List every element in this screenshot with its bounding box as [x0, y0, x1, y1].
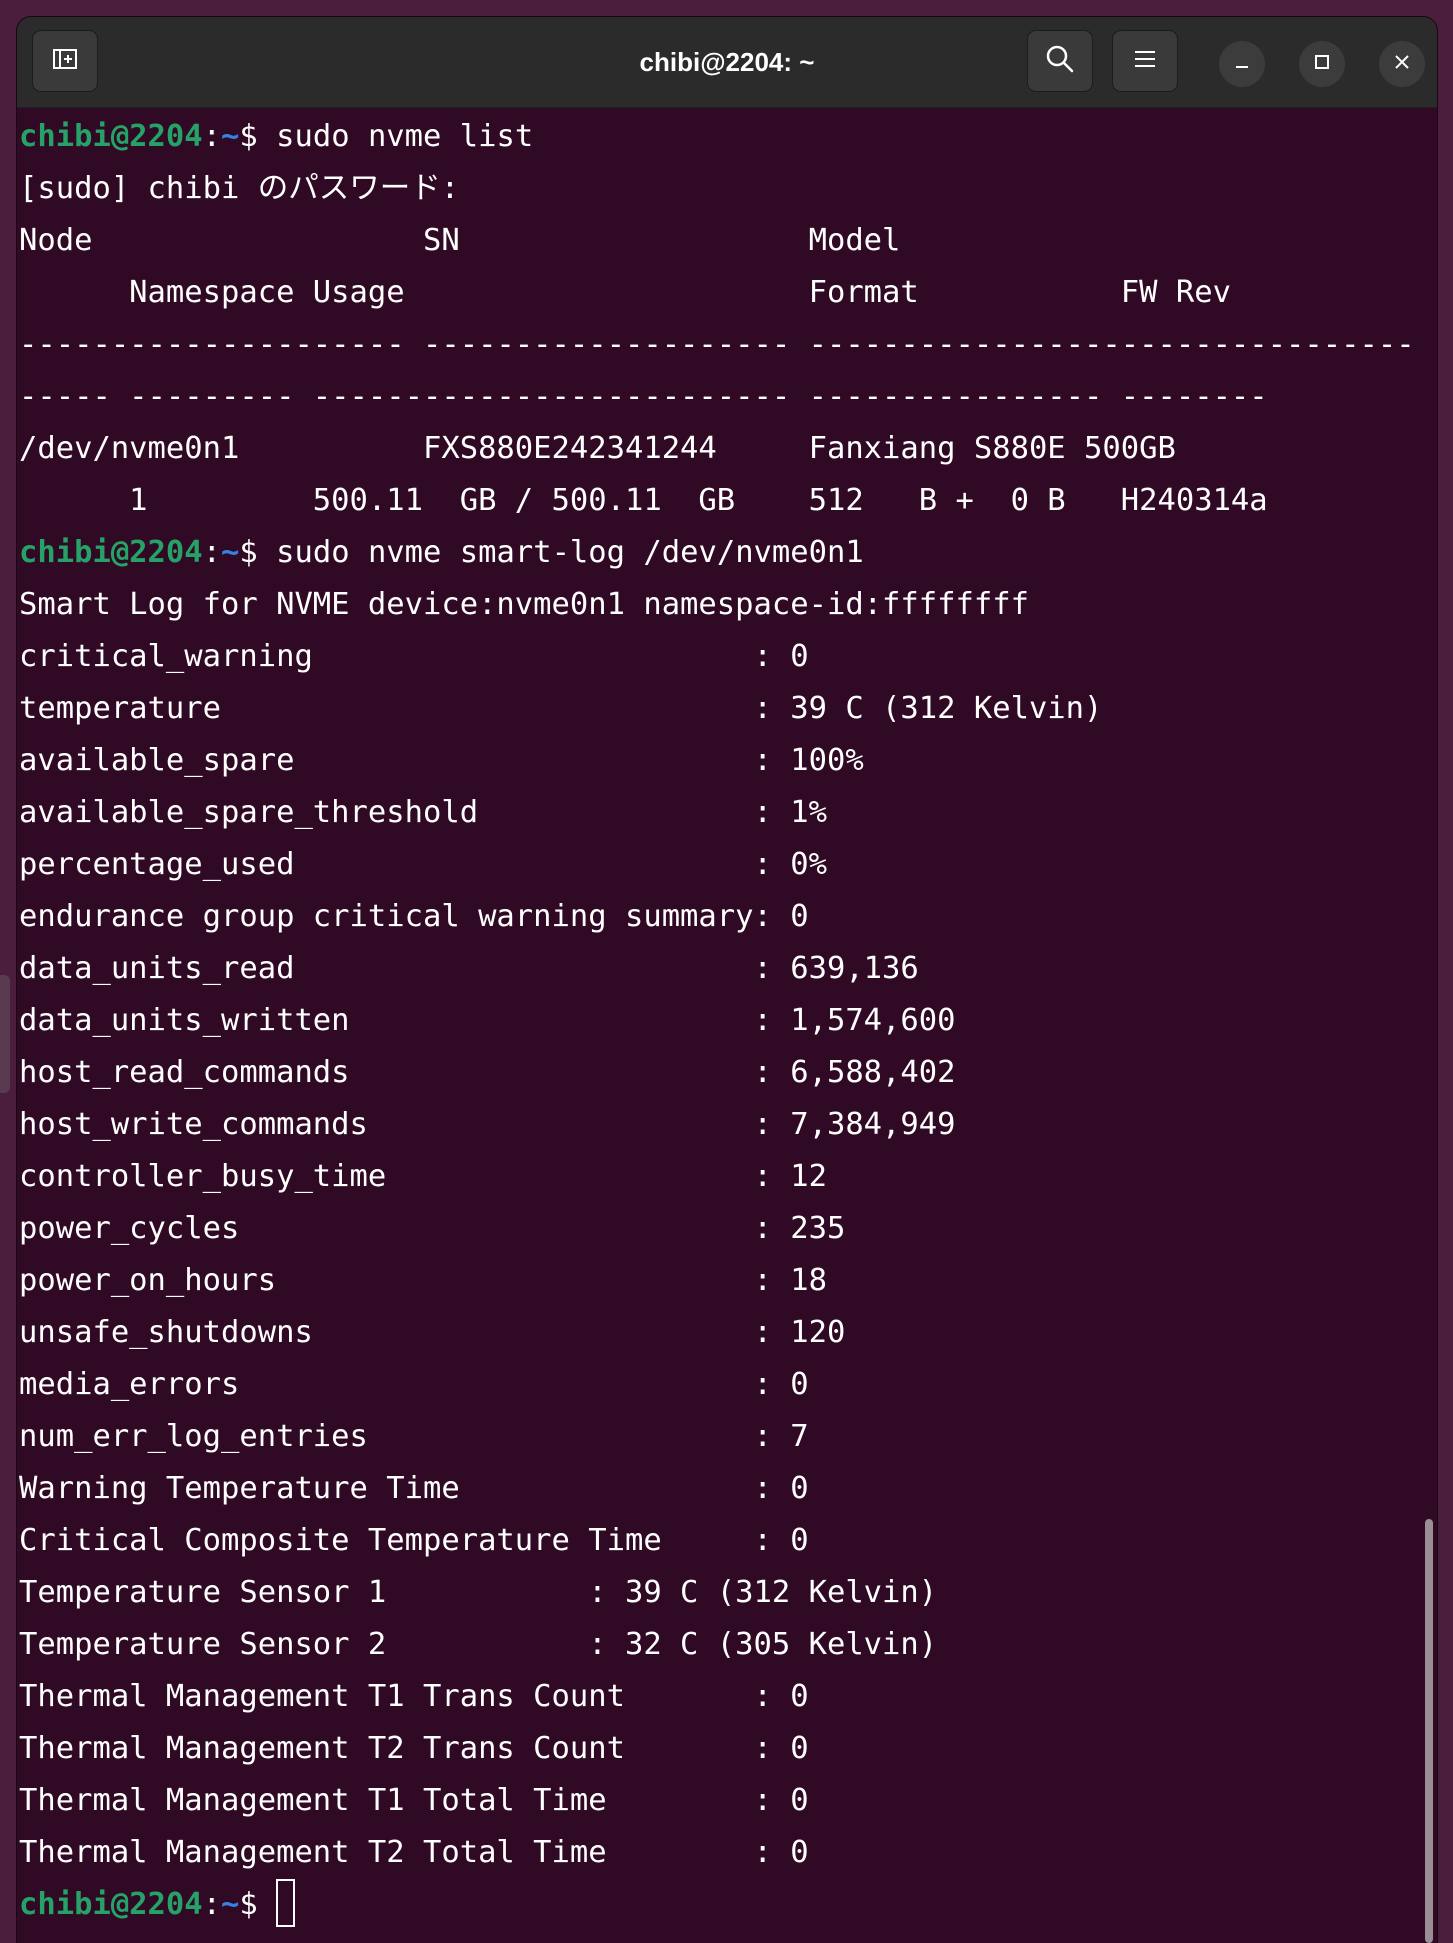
output-line: Warning Temperature Time : 0: [19, 1463, 1419, 1515]
terminal-window: chibi@2204: ~ chibi@2204:~$ sudo nvme li…: [17, 17, 1437, 1943]
output-line: Temperature Sensor 1 : 39 C (312 Kelvin): [19, 1567, 1419, 1619]
output-text: data_units_read : 639,136: [19, 951, 919, 986]
output-text: Warning Temperature Time : 0: [19, 1471, 809, 1506]
output-text: Namespace Usage Format FW Rev: [19, 275, 1231, 310]
output-line: Temperature Sensor 2 : 32 C (305 Kelvin): [19, 1619, 1419, 1671]
prompt-separator: :: [202, 1887, 222, 1922]
output-line: data_units_read : 639,136: [19, 943, 1419, 995]
output-line: temperature : 39 C (312 Kelvin): [19, 683, 1419, 735]
output-text: Smart Log for NVME device:nvme0n1 namesp…: [19, 587, 1029, 622]
command-text: sudo nvme smart-log /dev/nvme0n1: [276, 535, 864, 570]
output-line: percentage_used : 0%: [19, 839, 1419, 891]
output-text: temperature : 39 C (312 Kelvin): [19, 691, 1103, 726]
output-text: Thermal Management T1 Total Time : 0: [19, 1783, 809, 1818]
output-text: Critical Composite Temperature Time : 0: [19, 1523, 809, 1558]
output-text: endurance group critical warning summary…: [19, 899, 809, 934]
prompt-separator: :: [202, 119, 222, 154]
output-text: host_write_commands : 7,384,949: [19, 1107, 956, 1142]
output-text: Temperature Sensor 1 : 39 C (312 Kelvin): [19, 1575, 938, 1610]
prompt-separator: :: [202, 535, 222, 570]
command-text: sudo nvme list: [276, 119, 534, 154]
output-text: available_spare_threshold : 1%: [19, 795, 827, 830]
output-text: unsafe_shutdowns : 120: [19, 1315, 846, 1350]
prompt-user: chibi@2204: [19, 119, 203, 154]
output-line: endurance group critical warning summary…: [19, 891, 1419, 943]
minimize-icon: [1232, 52, 1252, 77]
search-icon: [1044, 43, 1076, 80]
terminal-output[interactable]: chibi@2204:~$ sudo nvme list [sudo] chibi…: [19, 111, 1419, 1943]
output-text: power_on_hours : 18: [19, 1263, 827, 1298]
prompt-line: chibi@2204:~$: [19, 1879, 1419, 1931]
prompt-symbol: $: [239, 1887, 277, 1922]
close-button[interactable]: [1379, 41, 1425, 87]
output-line: num_err_log_entries : 7: [19, 1411, 1419, 1463]
output-line: [sudo] chibi のパスワード:: [19, 163, 1419, 215]
output-line: Critical Composite Temperature Time : 0: [19, 1515, 1419, 1567]
output-line: --------------------- ------------------…: [19, 319, 1419, 371]
title-bar: chibi@2204: ~: [17, 17, 1437, 108]
output-text: percentage_used : 0%: [19, 847, 827, 882]
output-line: 1 500.11 GB / 500.11 GB 512 B + 0 B H240…: [19, 475, 1419, 527]
output-text: data_units_written : 1,574,600: [19, 1003, 956, 1038]
maximize-button[interactable]: [1299, 41, 1345, 87]
hamburger-menu-icon: [1132, 46, 1158, 77]
scrollbar[interactable]: [1423, 111, 1433, 1943]
prompt-line: chibi@2204:~$ sudo nvme smart-log /dev/n…: [19, 527, 1419, 579]
scrollbar-thumb[interactable]: [1425, 1519, 1433, 1943]
output-text: critical_warning : 0: [19, 639, 809, 674]
output-line: Node SN Model: [19, 215, 1419, 267]
side-handle: [0, 975, 10, 1093]
output-line: Thermal Management T1 Trans Count : 0: [19, 1671, 1419, 1723]
prompt-path: ~: [221, 1887, 240, 1922]
output-line: available_spare_threshold : 1%: [19, 787, 1419, 839]
output-text: power_cycles : 235: [19, 1211, 846, 1246]
output-text: media_errors : 0: [19, 1367, 809, 1402]
output-text: Thermal Management T1 Trans Count : 0: [19, 1679, 809, 1714]
prompt-user: chibi@2204: [19, 1887, 203, 1922]
output-text: ----- --------- ------------------------…: [19, 379, 1268, 414]
search-button[interactable]: [1027, 30, 1093, 92]
output-line: available_spare : 100%: [19, 735, 1419, 787]
minimize-button[interactable]: [1219, 41, 1265, 87]
output-text: num_err_log_entries : 7: [19, 1419, 809, 1454]
output-line: media_errors : 0: [19, 1359, 1419, 1411]
output-line: unsafe_shutdowns : 120: [19, 1307, 1419, 1359]
output-line: Thermal Management T2 Trans Count : 0: [19, 1723, 1419, 1775]
output-line: controller_busy_time : 12: [19, 1151, 1419, 1203]
output-line: power_on_hours : 18: [19, 1255, 1419, 1307]
prompt-user: chibi@2204: [19, 535, 203, 570]
output-text: 1 500.11 GB / 500.11 GB 512 B + 0 B H240…: [19, 483, 1268, 518]
output-line: data_units_written : 1,574,600: [19, 995, 1419, 1047]
output-text: /dev/nvme0n1 FXS880E242341244 Fanxiang S…: [19, 431, 1176, 466]
output-text: Thermal Management T2 Total Time : 0: [19, 1835, 809, 1870]
output-text: controller_busy_time : 12: [19, 1159, 827, 1194]
output-line: host_write_commands : 7,384,949: [19, 1099, 1419, 1151]
output-line: host_read_commands : 6,588,402: [19, 1047, 1419, 1099]
output-line: Namespace Usage Format FW Rev: [19, 267, 1419, 319]
output-line: /dev/nvme0n1 FXS880E242341244 Fanxiang S…: [19, 423, 1419, 475]
output-text: host_read_commands : 6,588,402: [19, 1055, 956, 1090]
maximize-icon: [1312, 52, 1332, 77]
output-text: --------------------- ------------------…: [19, 327, 1419, 362]
output-text: Node SN Model: [19, 223, 901, 258]
prompt-line: chibi@2204:~$ sudo nvme list: [19, 111, 1419, 163]
output-text: available_spare : 100%: [19, 743, 864, 778]
prompt-path: ~: [221, 119, 240, 154]
output-line: Thermal Management T1 Total Time : 0: [19, 1775, 1419, 1827]
output-line: Thermal Management T2 Total Time : 0: [19, 1827, 1419, 1879]
output-text: Temperature Sensor 2 : 32 C (305 Kelvin): [19, 1627, 938, 1662]
prompt-symbol: $: [239, 535, 277, 570]
output-text: [sudo] chibi のパスワード:: [19, 171, 460, 206]
output-text: Thermal Management T2 Trans Count : 0: [19, 1731, 809, 1766]
close-icon: [1392, 52, 1412, 77]
prompt-path: ~: [221, 535, 240, 570]
text-cursor[interactable]: [276, 1879, 296, 1927]
prompt-symbol: $: [239, 119, 277, 154]
menu-button[interactable]: [1112, 30, 1178, 92]
output-line: power_cycles : 235: [19, 1203, 1419, 1255]
output-line: ----- --------- ------------------------…: [19, 371, 1419, 423]
output-line: Smart Log for NVME device:nvme0n1 namesp…: [19, 579, 1419, 631]
output-line: critical_warning : 0: [19, 631, 1419, 683]
